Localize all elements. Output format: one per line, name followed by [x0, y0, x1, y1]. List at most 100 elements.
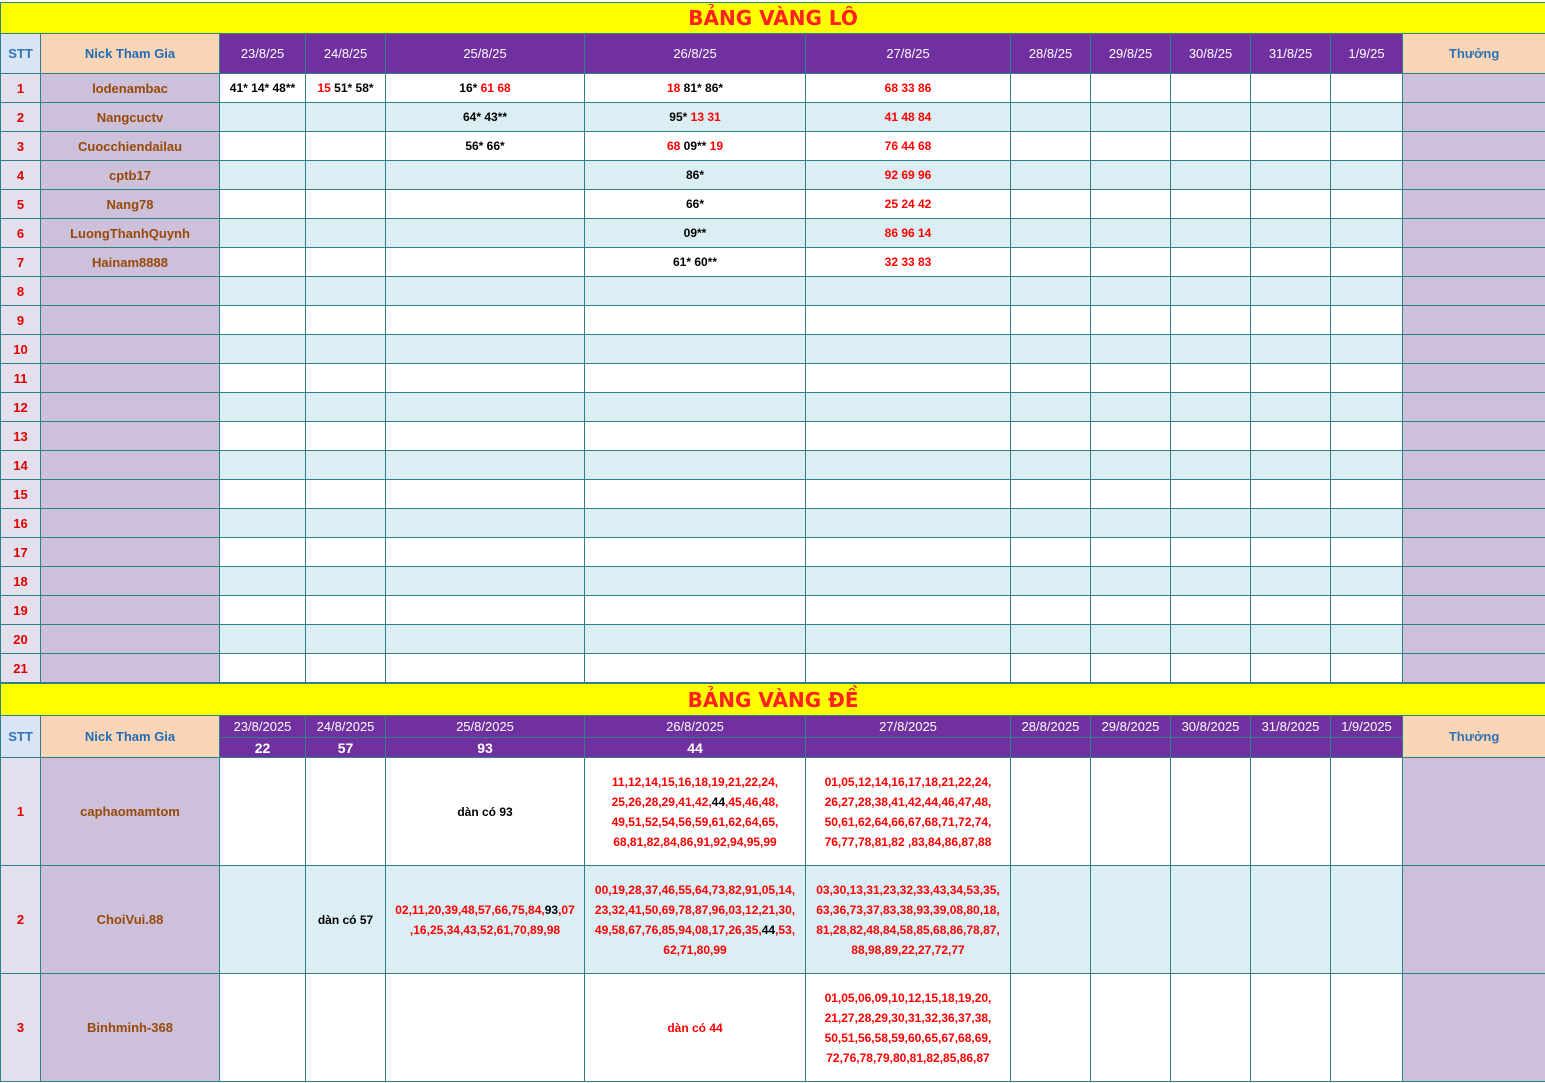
entry-cell[interactable]: [305, 479, 386, 509]
entry-cell[interactable]: 25 24 42: [805, 189, 1011, 219]
entry-cell[interactable]: [1330, 973, 1403, 1082]
entry-cell[interactable]: [584, 392, 806, 422]
entry-cell[interactable]: 68 33 86: [805, 73, 1011, 103]
entry-cell[interactable]: [805, 566, 1011, 596]
entry-cell[interactable]: [584, 566, 806, 596]
entry-cell[interactable]: [219, 363, 306, 393]
entry-cell[interactable]: [1090, 160, 1171, 190]
entry-cell[interactable]: [1250, 595, 1331, 625]
entry-cell[interactable]: [1250, 421, 1331, 451]
entry-cell[interactable]: [1330, 653, 1403, 683]
entry-cell[interactable]: [1010, 624, 1091, 654]
entry-cell[interactable]: [1090, 392, 1171, 422]
entry-cell[interactable]: [1010, 973, 1091, 1082]
entry-cell[interactable]: [1250, 218, 1331, 248]
entry-cell[interactable]: [805, 624, 1011, 654]
entry-cell[interactable]: [1090, 131, 1171, 161]
entry-cell[interactable]: 41 48 84: [805, 102, 1011, 132]
entry-cell[interactable]: [219, 131, 306, 161]
entry-cell[interactable]: [584, 421, 806, 451]
entry-cell[interactable]: [385, 218, 585, 248]
entry-cell[interactable]: [305, 247, 386, 277]
entry-cell[interactable]: [219, 189, 306, 219]
entry-cell[interactable]: [1170, 865, 1251, 974]
entry-cell[interactable]: 32 33 83: [805, 247, 1011, 277]
entry-cell[interactable]: [805, 392, 1011, 422]
entry-cell[interactable]: [1010, 566, 1091, 596]
entry-cell[interactable]: [305, 595, 386, 625]
entry-cell[interactable]: [1330, 131, 1403, 161]
entry-cell[interactable]: [1250, 450, 1331, 480]
entry-cell[interactable]: [219, 757, 306, 866]
entry-cell[interactable]: 18 81* 86*: [584, 73, 806, 103]
entry-cell[interactable]: [1250, 865, 1331, 974]
entry-cell[interactable]: [1250, 247, 1331, 277]
entry-cell[interactable]: [1330, 757, 1403, 866]
entry-cell[interactable]: [1010, 757, 1091, 866]
entry-cell[interactable]: [1250, 131, 1331, 161]
entry-cell[interactable]: [1090, 305, 1171, 335]
entry-cell[interactable]: [1010, 865, 1091, 974]
entry-cell[interactable]: [1330, 102, 1403, 132]
entry-cell[interactable]: [1250, 305, 1331, 335]
entry-cell[interactable]: [805, 305, 1011, 335]
entry-cell[interactable]: [805, 479, 1011, 509]
entry-cell[interactable]: [1010, 653, 1091, 683]
entry-cell[interactable]: 02,11,20,39,48,57,66,75,84,93,07 ,16,25,…: [385, 865, 585, 974]
entry-cell[interactable]: [584, 479, 806, 509]
entry-cell[interactable]: [584, 624, 806, 654]
entry-cell[interactable]: [305, 537, 386, 567]
entry-cell[interactable]: 03,30,13,31,23,32,33,43,34,53,35, 63,36,…: [805, 865, 1011, 974]
entry-cell[interactable]: 66*: [584, 189, 806, 219]
entry-cell[interactable]: [305, 276, 386, 306]
entry-cell[interactable]: [305, 973, 386, 1082]
entry-cell[interactable]: [385, 392, 585, 422]
entry-cell[interactable]: 00,19,28,37,46,55,64,73,82,91,05,14, 23,…: [584, 865, 806, 974]
entry-cell[interactable]: 11,12,14,15,16,18,19,21,22,24, 25,26,28,…: [584, 757, 806, 866]
entry-cell[interactable]: 64* 43**: [385, 102, 585, 132]
entry-cell[interactable]: [305, 131, 386, 161]
entry-cell[interactable]: [219, 392, 306, 422]
entry-cell[interactable]: [1330, 508, 1403, 538]
entry-cell[interactable]: [1090, 595, 1171, 625]
entry-cell[interactable]: [1010, 73, 1091, 103]
entry-cell[interactable]: [1330, 624, 1403, 654]
entry-cell[interactable]: [1170, 73, 1251, 103]
entry-cell[interactable]: [385, 276, 585, 306]
entry-cell[interactable]: [1170, 595, 1251, 625]
entry-cell[interactable]: [1330, 537, 1403, 567]
entry-cell[interactable]: [1090, 653, 1171, 683]
entry-cell[interactable]: [1250, 757, 1331, 866]
entry-cell[interactable]: 95* 13 31: [584, 102, 806, 132]
entry-cell[interactable]: [1250, 73, 1331, 103]
entry-cell[interactable]: [1090, 566, 1171, 596]
entry-cell[interactable]: [1330, 276, 1403, 306]
entry-cell[interactable]: [219, 653, 306, 683]
entry-cell[interactable]: [1170, 566, 1251, 596]
entry-cell[interactable]: [219, 421, 306, 451]
entry-cell[interactable]: [805, 450, 1011, 480]
entry-cell[interactable]: [219, 276, 306, 306]
entry-cell[interactable]: [1330, 218, 1403, 248]
entry-cell[interactable]: [1090, 276, 1171, 306]
entry-cell[interactable]: [1170, 189, 1251, 219]
entry-cell[interactable]: 86 96 14: [805, 218, 1011, 248]
entry-cell[interactable]: 09**: [584, 218, 806, 248]
entry-cell[interactable]: [1010, 450, 1091, 480]
entry-cell[interactable]: [1090, 334, 1171, 364]
entry-cell[interactable]: [385, 624, 585, 654]
entry-cell[interactable]: [1170, 305, 1251, 335]
entry-cell[interactable]: [1170, 479, 1251, 509]
entry-cell[interactable]: [1250, 566, 1331, 596]
entry-cell[interactable]: [805, 334, 1011, 364]
entry-cell[interactable]: [1250, 973, 1331, 1082]
entry-cell[interactable]: dàn có 44: [584, 973, 806, 1082]
entry-cell[interactable]: [1330, 479, 1403, 509]
entry-cell[interactable]: [1090, 865, 1171, 974]
entry-cell[interactable]: [1090, 73, 1171, 103]
entry-cell[interactable]: [584, 595, 806, 625]
entry-cell[interactable]: [1010, 160, 1091, 190]
entry-cell[interactable]: [305, 508, 386, 538]
entry-cell[interactable]: 56* 66*: [385, 131, 585, 161]
entry-cell[interactable]: [219, 973, 306, 1082]
